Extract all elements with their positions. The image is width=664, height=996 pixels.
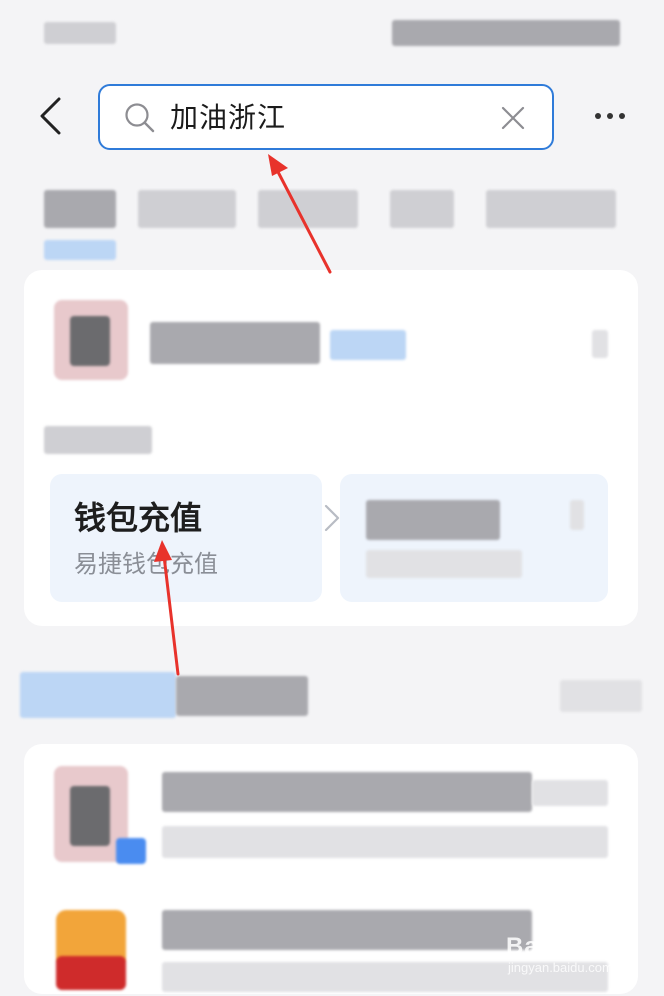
section-header-text [176, 676, 308, 716]
search-query-text: 加油浙江 [170, 101, 287, 134]
brand-logo-mark [70, 316, 110, 366]
merchant-name [150, 322, 320, 364]
close-icon[interactable] [500, 105, 526, 131]
list-item-1-badge [116, 838, 146, 864]
screen: 加油浙江 钱包充值 易捷钱包充值 Bai⊙经验 jingyan.baidu.co… [0, 0, 664, 996]
merchant-tag [330, 330, 406, 360]
section-label [44, 426, 152, 454]
status-bar-time [44, 22, 116, 44]
section-header-more[interactable] [560, 680, 642, 712]
tab-5[interactable] [486, 190, 616, 228]
search-input[interactable]: 加油浙江 [98, 84, 554, 150]
tab-4[interactable] [390, 190, 454, 228]
section-header-highlight [20, 672, 176, 718]
tab-1[interactable] [44, 190, 116, 228]
list-item-1-meta [532, 780, 608, 806]
tile-subtitle: 易捷钱包充值 [74, 550, 218, 578]
tile-2-chevron [570, 500, 584, 530]
merchant-more[interactable] [592, 330, 608, 358]
tab-2[interactable] [138, 190, 236, 228]
list-item-1-title[interactable] [162, 772, 532, 812]
search-icon [124, 102, 156, 134]
chevron-left-icon [37, 96, 63, 136]
tile-2-subtitle [366, 550, 522, 578]
list-item-2-logo-base [56, 956, 126, 990]
list-item-2-title[interactable] [162, 910, 532, 950]
tab-active-indicator [44, 240, 116, 260]
back-button[interactable] [30, 94, 70, 138]
list-item-1-logo-mark [70, 786, 110, 846]
tile-title: 钱包充值 [74, 499, 203, 537]
tab-3[interactable] [258, 190, 358, 228]
wallet-topup-tile[interactable]: 钱包充值 易捷钱包充值 [50, 474, 340, 602]
list-item-1-desc [162, 826, 608, 858]
chevron-right-icon [322, 502, 342, 534]
watermark-url: jingyan.baidu.com [508, 960, 613, 975]
baidu-jingyan-watermark: Bai⊙经验 jingyan.baidu.com [506, 926, 634, 986]
watermark-logo: Bai⊙经验 [506, 933, 618, 960]
more-horizontal-icon[interactable] [586, 100, 634, 132]
tile-2-title [366, 500, 500, 540]
status-bar-icons [392, 20, 620, 46]
